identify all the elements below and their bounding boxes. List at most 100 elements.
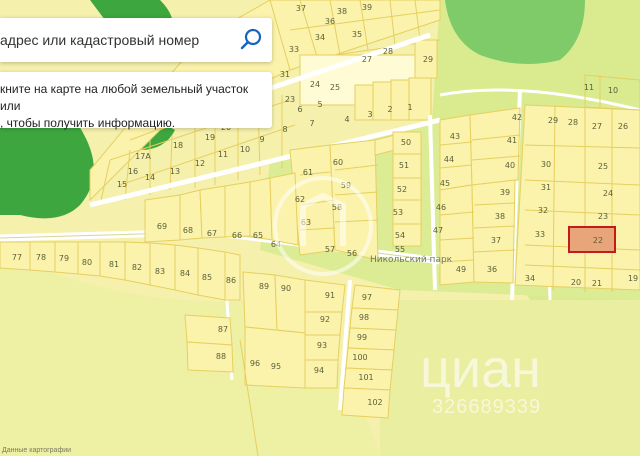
- parcel-label-p8a[interactable]: 8: [282, 126, 287, 134]
- parcel-label-p11b[interactable]: 11: [584, 84, 594, 92]
- parcel-label-p37[interactable]: 37: [296, 5, 306, 13]
- parcel-label-p31a[interactable]: 31: [280, 71, 290, 79]
- parcel-label-p33a[interactable]: 33: [289, 46, 299, 54]
- parcel-label-p52[interactable]: 52: [397, 186, 407, 194]
- parcel-label-p24b[interactable]: 24: [603, 190, 613, 198]
- parcel-label-p80[interactable]: 80: [82, 259, 92, 267]
- parcel-label-p88[interactable]: 88: [216, 353, 226, 361]
- parcel-label-p34b[interactable]: 34: [525, 275, 535, 283]
- parcel-label-p43[interactable]: 43: [450, 133, 460, 141]
- parcel-label-p22b[interactable]: 22: [593, 237, 603, 245]
- parcel-label-p100[interactable]: 100: [352, 354, 367, 362]
- parcel-label-p83[interactable]: 83: [155, 268, 165, 276]
- parcel-label-p35[interactable]: 35: [352, 31, 362, 39]
- parcel-label-p1a[interactable]: 1: [407, 104, 412, 112]
- parcel-label-p91[interactable]: 91: [325, 292, 335, 300]
- parcel-label-p39b[interactable]: 39: [500, 189, 510, 197]
- parcel-label-p20b[interactable]: 20: [571, 279, 581, 287]
- parcel-label-p49[interactable]: 49: [456, 266, 466, 274]
- parcel-label-p27a[interactable]: 27: [362, 56, 372, 64]
- parcel-label-p82[interactable]: 82: [132, 264, 142, 272]
- parcel-label-p29a[interactable]: 29: [423, 56, 433, 64]
- parcel-label-p11a[interactable]: 11: [218, 151, 228, 159]
- parcel-label-p42[interactable]: 42: [512, 114, 522, 122]
- parcel-label-p50[interactable]: 50: [401, 139, 411, 147]
- parcel-label-p47[interactable]: 47: [433, 227, 443, 235]
- parcel-label-p68[interactable]: 68: [183, 227, 193, 235]
- parcel-label-p66[interactable]: 66: [232, 232, 242, 240]
- search-button[interactable]: [238, 26, 266, 54]
- parcel-label-p51[interactable]: 51: [399, 162, 409, 170]
- parcel-label-p25a[interactable]: 25: [330, 84, 340, 92]
- parcel-label-p18a[interactable]: 18: [173, 142, 183, 150]
- parcel-label-p16a[interactable]: 16: [128, 168, 138, 176]
- parcel-label-p85[interactable]: 85: [202, 274, 212, 282]
- parcel-label-p67[interactable]: 67: [207, 230, 217, 238]
- parcel-label-p36a[interactable]: 36: [325, 18, 335, 26]
- parcel-label-p44[interactable]: 44: [444, 156, 454, 164]
- parcel-label-p93[interactable]: 93: [317, 342, 327, 350]
- parcel-label-p28a[interactable]: 28: [383, 48, 393, 56]
- parcel-label-p81[interactable]: 81: [109, 261, 119, 269]
- parcel-label-p87[interactable]: 87: [218, 326, 228, 334]
- parcel-label-p26b[interactable]: 26: [618, 123, 628, 131]
- parcel-label-p19b[interactable]: 19: [628, 275, 638, 283]
- parcel-label-p17A[interactable]: 17А: [135, 153, 151, 161]
- parcel-label-p38b[interactable]: 38: [495, 213, 505, 221]
- parcel-label-p23b[interactable]: 23: [598, 213, 608, 221]
- parcel-label-p38[interactable]: 38: [337, 8, 347, 16]
- parcel-label-p60[interactable]: 60: [333, 159, 343, 167]
- parcel-label-p10b[interactable]: 10: [608, 87, 618, 95]
- parcel-label-p77[interactable]: 77: [12, 254, 22, 262]
- parcel-label-p15a[interactable]: 15: [117, 181, 127, 189]
- parcel-label-p2a[interactable]: 2: [387, 106, 392, 114]
- parcel-label-p24a[interactable]: 24: [310, 81, 320, 89]
- parcel-label-p6a[interactable]: 6: [297, 106, 302, 114]
- parcel-label-p13a[interactable]: 13: [170, 168, 180, 176]
- parcel-label-p78[interactable]: 78: [36, 254, 46, 262]
- parcel-label-p19a[interactable]: 19: [205, 134, 215, 142]
- parcel-label-p36b[interactable]: 36: [487, 266, 497, 274]
- parcel-label-p34a[interactable]: 34: [315, 34, 325, 42]
- parcel-label-p10a[interactable]: 10: [240, 146, 250, 154]
- parcel-label-p46[interactable]: 46: [436, 204, 446, 212]
- parcel-label-p99[interactable]: 99: [357, 334, 367, 342]
- parcel-label-p40[interactable]: 40: [505, 162, 515, 170]
- parcel-label-p94[interactable]: 94: [314, 367, 324, 375]
- parcel-label-p37b[interactable]: 37: [491, 237, 501, 245]
- parcel-label-p41[interactable]: 41: [507, 137, 517, 145]
- parcel-label-p29b[interactable]: 29: [548, 117, 558, 125]
- parcel-label-p101[interactable]: 101: [358, 374, 373, 382]
- parcel-label-p32b[interactable]: 32: [538, 207, 548, 215]
- search-input[interactable]: [0, 18, 228, 62]
- parcel-label-p90[interactable]: 90: [281, 285, 291, 293]
- parcel-label-p28b[interactable]: 28: [568, 119, 578, 127]
- parcel-label-p9a[interactable]: 9: [259, 136, 264, 144]
- parcel-label-p12a[interactable]: 12: [195, 160, 205, 168]
- parcel-label-p7a[interactable]: 7: [309, 120, 314, 128]
- parcel-label-p30b[interactable]: 30: [541, 161, 551, 169]
- parcel-label-p5a[interactable]: 5: [317, 101, 322, 109]
- parcel-label-p69[interactable]: 69: [157, 223, 167, 231]
- parcel-label-p27b[interactable]: 27: [592, 123, 602, 131]
- parcel-label-p14a[interactable]: 14: [145, 174, 155, 182]
- parcel-label-p84[interactable]: 84: [180, 270, 190, 278]
- parcel-label-p21b[interactable]: 21: [592, 280, 602, 288]
- parcel-label-p3a[interactable]: 3: [367, 111, 372, 119]
- parcel-label-p95[interactable]: 95: [271, 363, 281, 371]
- parcel-label-p31b[interactable]: 31: [541, 184, 551, 192]
- parcel-label-p25b[interactable]: 25: [598, 163, 608, 171]
- parcel-label-p4a[interactable]: 4: [344, 116, 349, 124]
- parcel-label-p33b[interactable]: 33: [535, 231, 545, 239]
- parcel-label-p79[interactable]: 79: [59, 255, 69, 263]
- parcel-label-p96[interactable]: 96: [250, 360, 260, 368]
- parcel-label-p39[interactable]: 39: [362, 4, 372, 12]
- parcel-label-p23a[interactable]: 23: [285, 96, 295, 104]
- parcel-label-p98[interactable]: 98: [359, 314, 369, 322]
- parcel-label-p86[interactable]: 86: [226, 277, 236, 285]
- parcel-label-p102[interactable]: 102: [367, 399, 382, 407]
- parcel-label-p92[interactable]: 92: [320, 316, 330, 324]
- parcel-label-p45[interactable]: 45: [440, 180, 450, 188]
- parcel-label-p97[interactable]: 97: [362, 294, 372, 302]
- parcel-label-p89[interactable]: 89: [259, 283, 269, 291]
